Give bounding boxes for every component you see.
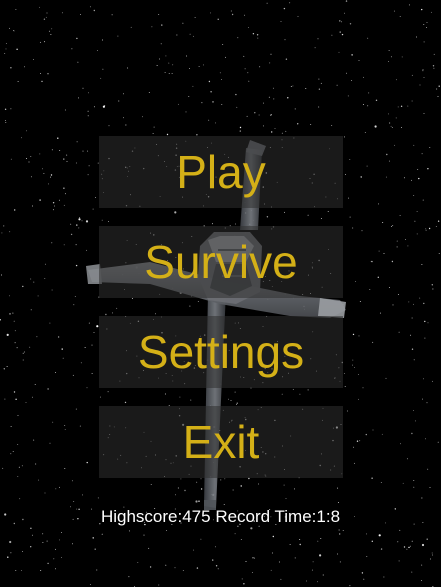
play-button[interactable]: Play: [99, 136, 343, 208]
settings-button[interactable]: Settings: [99, 316, 343, 388]
exit-button[interactable]: Exit: [99, 406, 343, 478]
survive-button[interactable]: Survive: [99, 226, 343, 298]
stats-line: Highscore:475 Record Time:1:8: [0, 507, 441, 527]
highscore-value: 475: [182, 507, 211, 526]
highscore-label: Highscore:: [100, 507, 183, 526]
main-menu-screen: Play Survive Settings Exit Highscore:475…: [0, 0, 441, 587]
record-time-value: 1:8: [316, 507, 341, 526]
record-time-label: Record Time:: [215, 507, 317, 526]
